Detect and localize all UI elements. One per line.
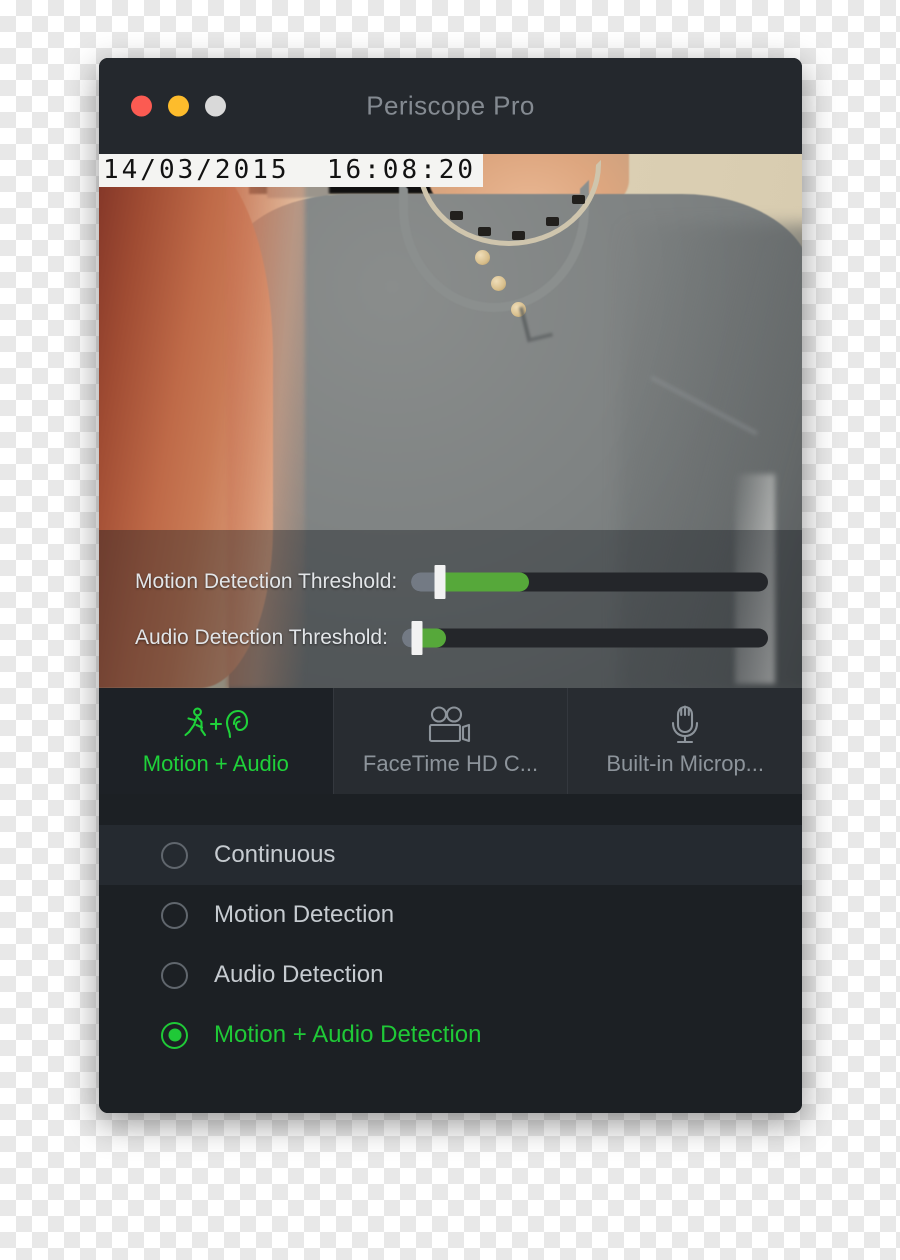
tab-label: Motion + Audio: [142, 751, 289, 776]
motion-threshold-label: Motion Detection Threshold:: [135, 570, 398, 593]
recording-mode-list: Continuous Motion Detection Audio Detect…: [99, 794, 802, 1113]
scene-shirt-button: [491, 276, 506, 291]
slider-thumb[interactable]: [411, 621, 423, 655]
mode-label: Motion + Audio Detection: [214, 1021, 482, 1048]
audio-threshold-label: Audio Detection Threshold:: [135, 626, 388, 649]
slider-thumb[interactable]: [434, 565, 446, 599]
video-preview[interactable]: 14/03/2015 16:08:20 Motion Detection Thr…: [99, 154, 802, 688]
slider-track: [401, 628, 768, 648]
motion-threshold-row: Motion Detection Threshold:: [99, 554, 802, 610]
tab-builtin-microphone[interactable]: Built-in Microp...: [567, 688, 802, 794]
motion-plus-audio-icon: [184, 705, 248, 745]
mode-option-continuous[interactable]: Continuous: [99, 825, 802, 885]
mode-option-motion-detection[interactable]: Motion Detection: [99, 885, 802, 945]
app-window: Periscope Pro 14/03/2015 16:08:20 Motion…: [99, 58, 802, 1113]
video-camera-icon: [423, 705, 479, 745]
tab-motion-audio[interactable]: Motion + Audio: [99, 688, 333, 794]
tab-label: Built-in Microp...: [606, 751, 765, 776]
radio-button[interactable]: [161, 901, 188, 929]
window-title: Periscope Pro: [366, 90, 535, 121]
mode-label: Motion Detection: [214, 901, 395, 928]
threshold-controls: Motion Detection Threshold: Audio Detect…: [99, 530, 802, 688]
mode-label: Continuous: [214, 841, 336, 868]
motion-threshold-slider[interactable]: [411, 565, 768, 599]
title-bar: Periscope Pro: [99, 58, 802, 154]
timestamp-overlay: 14/03/2015 16:08:20: [99, 154, 484, 188]
mode-option-audio-detection[interactable]: Audio Detection: [99, 945, 802, 1005]
radio-button[interactable]: [161, 1021, 188, 1049]
audio-threshold-slider[interactable]: [401, 621, 768, 655]
tab-bar: Motion + Audio FaceTime HD C... Built-in…: [99, 688, 802, 794]
slider-fill: [439, 572, 529, 592]
audio-threshold-row: Audio Detection Threshold:: [99, 610, 802, 666]
radio-button[interactable]: [161, 841, 188, 869]
scene-shirt-button: [475, 250, 490, 265]
radio-button[interactable]: [161, 961, 188, 989]
mode-label: Audio Detection: [214, 961, 384, 988]
tab-facetime-camera[interactable]: FaceTime HD C...: [332, 688, 568, 794]
mode-option-motion-audio-detection[interactable]: Motion + Audio Detection: [99, 1005, 802, 1065]
microphone-icon: [666, 705, 704, 745]
tab-label: FaceTime HD C...: [362, 751, 539, 776]
